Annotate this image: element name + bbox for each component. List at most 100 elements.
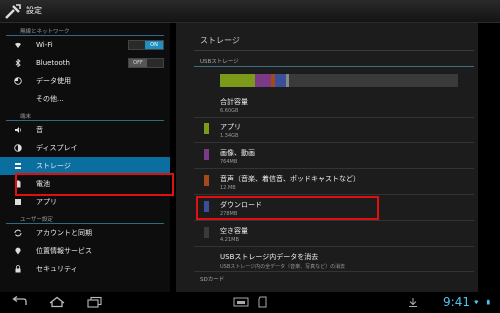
pictures-color-swatch [204, 149, 209, 160]
sidebar-item-display[interactable]: ディスプレイ [0, 139, 170, 157]
sd-card-notification-icon[interactable] [252, 296, 274, 308]
apps-label: アプリ [220, 123, 241, 131]
wifi-signal-icon [474, 300, 479, 305]
lock-icon [15, 265, 21, 273]
pictures-label: 画像、動画 [220, 149, 255, 157]
data-usage-icon [14, 77, 22, 85]
pictures-value: 764MB [220, 159, 238, 165]
erase-label: USBストレージ内データを消去 [220, 253, 319, 261]
free-space-row: 空き容量 4.21MB [220, 226, 248, 243]
audio-color-swatch [204, 175, 209, 186]
sidebar-item-label: ストレージ [36, 162, 71, 170]
usb-storage-header: USBストレージ [200, 59, 239, 65]
sidebar-item-accounts-sync[interactable]: アカウントと同期 [0, 224, 170, 242]
total-label: 合計容量 [220, 98, 248, 106]
sidebar-item-wifi[interactable]: Wi-Fi ON [0, 36, 170, 54]
storage-usage-bar [220, 74, 458, 87]
downloads-label: ダウンロード [220, 201, 262, 209]
wifi-icon [15, 42, 21, 48]
wifi-toggle[interactable]: ON [128, 40, 164, 50]
sidebar-item-storage[interactable]: ストレージ [0, 157, 170, 175]
sidebar-item-label: Wi-Fi [36, 41, 53, 49]
sidebar-item-sound[interactable]: 音 [0, 121, 170, 139]
row-divider [194, 117, 474, 118]
sidebar-item-label: アカウントと同期 [36, 229, 92, 237]
row-divider [194, 142, 474, 143]
sidebar-item-label: セキュリティ [36, 265, 78, 273]
row-divider [194, 271, 474, 272]
erase-usb-storage-row[interactable]: USBストレージ内データを消去 USBストレージ内の全データ（音楽、写真など）の… [220, 252, 345, 270]
sidebar-item-battery[interactable]: 電池 [0, 175, 170, 193]
sidebar-item-label: ディスプレイ [36, 144, 78, 152]
total-value: 6.60GB [220, 108, 239, 114]
free-color-swatch [204, 227, 209, 238]
toggle-state: ON [145, 41, 163, 49]
apps-color-swatch [204, 123, 209, 134]
screenshot-icon[interactable] [230, 296, 252, 308]
battery-icon [15, 180, 21, 188]
sidebar-item-bluetooth[interactable]: Bluetooth OFF [0, 54, 170, 72]
section-header-device: 端末 [6, 108, 164, 121]
detail-title: ストレージ [200, 36, 240, 45]
downloads-color-swatch [204, 201, 209, 212]
usage-segment-apps [220, 74, 255, 87]
sidebar-item-label: 位置情報サービス [36, 247, 92, 255]
recent-apps-button-icon[interactable] [84, 296, 106, 308]
page-title: 設定 [26, 6, 42, 15]
row-divider [194, 168, 474, 169]
settings-category-list: 無線とネットワーク Wi-Fi ON Bluetooth OFF データ使用 そ… [0, 23, 170, 292]
usage-segment-pictures [255, 74, 271, 87]
sidebar-item-label: Bluetooth [36, 59, 70, 67]
usage-segment-misc [286, 74, 289, 87]
download-notification-icon[interactable] [402, 296, 424, 308]
section-header-personal: ユーザー設定 [6, 211, 164, 224]
storage-detail-pane: ストレージ USBストレージ 合計容量 6.60GB アプリ 1.34GB 画像… [176, 23, 478, 292]
action-bar: 設定 [0, 0, 500, 23]
audio-value: 12.MB [220, 185, 236, 191]
system-navigation-bar: 9:41 [0, 292, 500, 313]
location-icon [15, 247, 21, 255]
audio-label: 音声（音楽、着信音、ポッドキャストなど） [220, 175, 360, 183]
row-divider [194, 246, 474, 247]
apps-row[interactable]: アプリ 1.34GB [220, 122, 241, 139]
sidebar-item-security[interactable]: セキュリティ [0, 260, 170, 278]
erase-description: USBストレージ内の全データ（音楽、写真など）の消去 [220, 264, 346, 270]
title-divider [194, 50, 474, 51]
sidebar-item-apps[interactable]: アプリ [0, 193, 170, 211]
free-label: 空き容量 [220, 227, 248, 235]
settings-wrench-icon[interactable] [4, 3, 22, 20]
sd-card-header: SDカード [200, 277, 225, 283]
brightness-icon [14, 144, 22, 152]
row-divider [194, 194, 474, 195]
section-divider [194, 66, 474, 67]
row-divider [194, 220, 474, 221]
battery-status-icon [486, 299, 490, 305]
status-clock[interactable]: 9:41 [443, 295, 470, 309]
bluetooth-toggle[interactable]: OFF [128, 58, 164, 68]
sidebar-item-label: その他... [36, 95, 64, 103]
sidebar-item-more[interactable]: その他... [0, 90, 170, 108]
back-button-icon[interactable] [8, 296, 30, 308]
free-value: 4.21MB [220, 237, 239, 243]
apps-icon [15, 199, 21, 205]
usage-segment-downloads [275, 74, 286, 87]
speaker-icon [15, 127, 21, 133]
total-capacity-row: 合計容量 6.60GB [220, 97, 248, 114]
apps-value: 1.34GB [220, 133, 239, 139]
storage-icon [15, 163, 21, 169]
sidebar-item-label: 音 [36, 126, 43, 134]
sidebar-item-label: アプリ [36, 198, 57, 206]
downloads-value: 278MB [220, 211, 238, 217]
sidebar-item-data-usage[interactable]: データ使用 [0, 72, 170, 90]
bluetooth-icon [15, 59, 21, 67]
home-button-icon[interactable] [46, 296, 68, 308]
sync-icon [14, 229, 22, 237]
toggle-state: OFF [129, 59, 147, 67]
section-header-wireless: 無線とネットワーク [6, 23, 164, 36]
audio-row[interactable]: 音声（音楽、着信音、ポッドキャストなど） 12.MB [220, 174, 360, 191]
pictures-row[interactable]: 画像、動画 764MB [220, 148, 255, 165]
sidebar-item-label: 電池 [36, 180, 50, 188]
sidebar-item-label: データ使用 [36, 77, 71, 85]
sidebar-item-location[interactable]: 位置情報サービス [0, 242, 170, 260]
downloads-row[interactable]: ダウンロード 278MB [220, 200, 262, 217]
